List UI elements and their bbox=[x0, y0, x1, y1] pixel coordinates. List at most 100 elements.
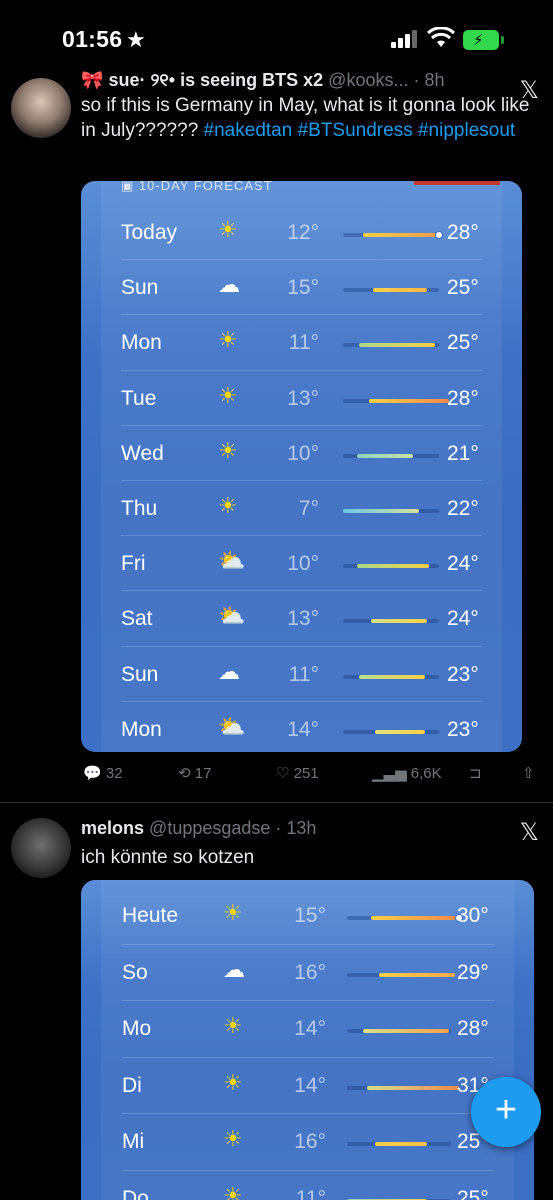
forecast-row: Today ☀ 12° 28° bbox=[81, 205, 522, 260]
user-name[interactable]: sue· ୨୧• is seeing BTS x2 bbox=[108, 70, 323, 90]
forecast-high: 24° bbox=[447, 607, 479, 631]
temperature-range-track bbox=[343, 398, 449, 403]
hashtag[interactable]: #BTSundress bbox=[298, 120, 413, 141]
like-button[interactable]: ♡ 251 bbox=[276, 764, 319, 782]
temperature-range-track bbox=[347, 1085, 459, 1090]
status-time: 01:56 bbox=[62, 26, 123, 52]
forecast-row: Heute ☀ 15° 30° bbox=[81, 888, 534, 943]
forecast-row: Thu ☀ 7° 22° bbox=[81, 481, 522, 536]
compose-button[interactable]: + bbox=[471, 1077, 541, 1147]
temperature-range-bar bbox=[343, 509, 419, 513]
forecast-low: 11° bbox=[288, 331, 319, 355]
avatar[interactable] bbox=[11, 78, 71, 138]
forecast-header-label: 10-DAY FORECAST bbox=[138, 181, 273, 193]
forecast-row: Mi ☀ 16° 25° bbox=[81, 1114, 534, 1169]
temperature-range-track bbox=[343, 288, 439, 293]
forecast-row: So ☁ 16° 29° bbox=[81, 945, 534, 1000]
sun-icon: ☀ bbox=[218, 493, 238, 518]
temperature-range-track bbox=[343, 231, 443, 239]
forecast-high: 28° bbox=[447, 386, 479, 410]
forecast-day: Heute bbox=[122, 904, 179, 927]
forecast-day: Sun bbox=[121, 662, 159, 686]
forecast-high: 28° bbox=[457, 1017, 489, 1040]
forecast-low: 12° bbox=[287, 221, 319, 244]
forecast-row: Fri ⛅ 10° 24° bbox=[81, 536, 522, 591]
temperature-range-bar bbox=[357, 564, 429, 569]
temperature-range-bar bbox=[371, 619, 427, 624]
temperature-range-bar bbox=[359, 343, 435, 348]
user-handle: @kooks... · 8h bbox=[328, 70, 445, 90]
temperature-range-bar bbox=[367, 1085, 459, 1090]
temperature-range-track bbox=[347, 972, 455, 977]
forecast-day: Di bbox=[122, 1073, 142, 1097]
forecast-day: Wed bbox=[121, 441, 164, 465]
partly-cloudy-icon: ⛅ bbox=[218, 548, 246, 574]
hashtag[interactable]: #nakedtan bbox=[204, 120, 293, 141]
forecast-day: So bbox=[122, 960, 148, 984]
forecast-header: ▣ 10-DAY FORECAST bbox=[121, 181, 273, 194]
tweet-2[interactable]: melons @tuppesgadse · 13h 𝕏 ich könnte s… bbox=[0, 803, 553, 1200]
avatar[interactable] bbox=[11, 818, 71, 878]
wifi-icon bbox=[427, 27, 455, 47]
views-count: 6,6K bbox=[410, 765, 442, 782]
forecast-high: 30° bbox=[457, 904, 489, 927]
user-name[interactable]: melons bbox=[81, 818, 144, 838]
forecast-high: 23° bbox=[447, 662, 479, 686]
tweet-actions: 💬 32 ⟲ 17 ♡ 251 ▁▃▅ 6,6K ⊐ ⇧ bbox=[0, 760, 553, 790]
like-count: 251 bbox=[293, 765, 319, 782]
temperature-range-track bbox=[343, 674, 439, 679]
x-logo-icon: 𝕏 bbox=[519, 819, 539, 846]
tweet-1[interactable]: 🎀 sue· ୨୧• is seeing BTS x2 @kooks... · … bbox=[0, 66, 553, 802]
bookmark-icon[interactable]: ⊐ bbox=[469, 764, 482, 782]
sun-icon: ☀ bbox=[218, 217, 238, 242]
weather-image[interactable]: ▣ 10-DAY FORECAST Today ☀ 12° 28° Sun ☁ 15° 25°… bbox=[81, 181, 522, 752]
forecast-day: Mo bbox=[122, 1017, 152, 1040]
sun-icon: ☀ bbox=[218, 437, 238, 463]
forecast-day: Sat bbox=[121, 607, 153, 631]
forecast-row: Di ☀ 14° 31° bbox=[81, 1058, 534, 1113]
weather-image[interactable]: Heute ☀ 15° 30° So ☁ 16° 29° Mo ☀ 14° 28° Di ☀ 14° 31° M… bbox=[81, 880, 534, 1200]
forecast-day: Mon bbox=[121, 717, 162, 741]
forecast-low: 15° bbox=[287, 276, 319, 300]
temperature-range-bar bbox=[359, 674, 425, 679]
forecast-day: Thu bbox=[121, 497, 158, 520]
temperature-range-track bbox=[343, 619, 439, 624]
forecast-low: 11° bbox=[295, 1186, 326, 1200]
repost-button[interactable]: ⟲ 17 bbox=[178, 764, 211, 782]
forecast-row: Sat ⛅ 13° 24° bbox=[81, 591, 522, 646]
forecast-high: 29° bbox=[457, 960, 489, 984]
sun-icon: ☀ bbox=[223, 1069, 243, 1095]
reply-button[interactable]: 💬 32 bbox=[83, 764, 123, 782]
forecast-high: 25° bbox=[447, 276, 479, 300]
forecast-high: 21° bbox=[447, 441, 479, 465]
views-button[interactable]: ▁▃▅ 6,6K bbox=[372, 764, 442, 782]
forecast-low: 15° bbox=[294, 904, 326, 927]
temperature-range-track bbox=[347, 1029, 451, 1033]
temperature-range-bar bbox=[371, 916, 459, 920]
forecast-low: 10° bbox=[287, 552, 319, 576]
temperature-range-bar bbox=[363, 233, 439, 237]
temperature-range-bar bbox=[375, 729, 425, 734]
forecast-high: 23° bbox=[447, 717, 479, 741]
forecast-row: Mon ☀ 11° 25° bbox=[81, 315, 522, 370]
forecast-day: Tue bbox=[121, 386, 157, 410]
tweet-header: 🎀 sue· ୨୧• is seeing BTS x2 @kooks... · … bbox=[81, 70, 445, 91]
user-handle: @tuppesgadse · 13h bbox=[149, 818, 317, 838]
tweet-text: so if this is Germany in May, what is it… bbox=[81, 93, 536, 143]
forecast-high: 28° bbox=[447, 221, 479, 244]
temperature-range-track bbox=[343, 564, 439, 569]
share-icon[interactable]: ⇧ bbox=[522, 764, 535, 782]
battery-icon: ⚡ bbox=[463, 30, 504, 50]
forecast-low: 10° bbox=[287, 441, 319, 465]
hashtag[interactable]: #nipplesout bbox=[418, 120, 515, 141]
forecast-low: 7° bbox=[298, 497, 319, 520]
sun-icon: ☀ bbox=[218, 382, 238, 408]
forecast-day: Do bbox=[122, 1186, 149, 1200]
forecast-row: Do ☀ 11° 25° bbox=[81, 1171, 534, 1200]
partly-cloudy-icon: ⛅ bbox=[218, 603, 246, 629]
forecast-low: 16° bbox=[294, 1130, 326, 1153]
forecast-high: 25° bbox=[457, 1186, 489, 1200]
temperature-range-track bbox=[343, 729, 439, 734]
forecast-row: Mon ⛅ 14° 23° bbox=[81, 702, 522, 752]
red-bar bbox=[414, 181, 500, 185]
